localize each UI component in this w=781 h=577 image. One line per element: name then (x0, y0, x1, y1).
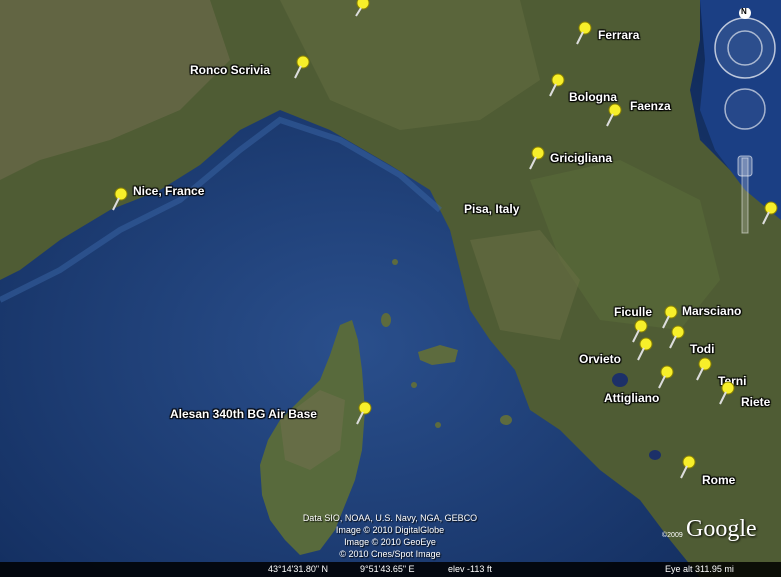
status-bar: 43°14'31.80" N 9°51'43.65" E elev -113 f… (0, 562, 781, 577)
copyright-year: ©2009 (662, 532, 683, 539)
eye-altitude-readout: Eye alt 311.95 mi (665, 564, 734, 574)
location-label[interactable]: Faenza (630, 99, 671, 113)
pushpin-icon[interactable] (108, 186, 130, 212)
credit-line: Image © 2010 DigitalGlobe (335, 525, 445, 535)
credit-line: Data SIO, NOAA, U.S. Navy, NGA, GEBCO (302, 513, 478, 523)
pushpin-icon[interactable] (654, 364, 676, 390)
pushpin-icon[interactable] (572, 20, 594, 46)
map-imagery (0, 0, 781, 577)
credit-line: Image © 2010 GeoEye (344, 537, 436, 547)
location-label[interactable]: Ronco Scrivia (190, 63, 270, 77)
location-label[interactable]: Pisa, Italy (464, 202, 519, 216)
location-label[interactable]: Ficulle (614, 305, 652, 319)
location-label[interactable]: Marsciano (682, 304, 741, 318)
satellite-map[interactable]: Ferrara Ronco Scrivia Bologna Faenza Gri… (0, 0, 781, 577)
north-indicator: N (741, 7, 747, 16)
location-label[interactable]: Alesan 340th BG Air Base (170, 407, 317, 421)
location-label[interactable]: Griciglianа (550, 151, 612, 165)
location-label[interactable]: Ferrara (598, 28, 639, 42)
latitude-readout: 43°14'31.80" N (268, 564, 329, 574)
pushpin-icon[interactable] (350, 0, 372, 26)
location-label[interactable]: Attigliano (604, 391, 659, 405)
look-ring[interactable] (714, 17, 776, 79)
pushpin-icon[interactable] (602, 102, 624, 128)
navigation-controls[interactable]: N (712, 7, 778, 248)
location-label[interactable]: Orvieto (579, 352, 621, 366)
location-label[interactable]: Rome (702, 473, 735, 487)
pushpin-icon[interactable] (545, 72, 567, 98)
google-logo: Google (686, 516, 757, 542)
imagery-credits: Data SIO, NOAA, U.S. Navy, NGA, GEBCO Im… (270, 512, 510, 560)
pushpin-icon[interactable] (352, 400, 374, 426)
longitude-readout: 9°51'43.65" E (360, 564, 415, 574)
move-ring[interactable] (724, 88, 766, 130)
elevation-readout: elev -113 ft (448, 564, 492, 574)
location-label[interactable]: Todi (690, 342, 714, 356)
location-label[interactable]: Riete (741, 395, 770, 409)
pushpin-icon[interactable] (715, 380, 737, 406)
pushpin-icon[interactable] (692, 356, 714, 382)
pushpin-icon[interactable] (290, 54, 312, 80)
pushpin-icon[interactable] (525, 145, 547, 171)
pushpin-icon[interactable] (665, 324, 687, 350)
pushpin-icon[interactable] (633, 336, 655, 362)
credit-line: © 2010 Cnes/Spot Image (339, 549, 441, 559)
pushpin-icon[interactable] (676, 454, 698, 480)
location-label[interactable]: Nice, France (133, 184, 204, 198)
